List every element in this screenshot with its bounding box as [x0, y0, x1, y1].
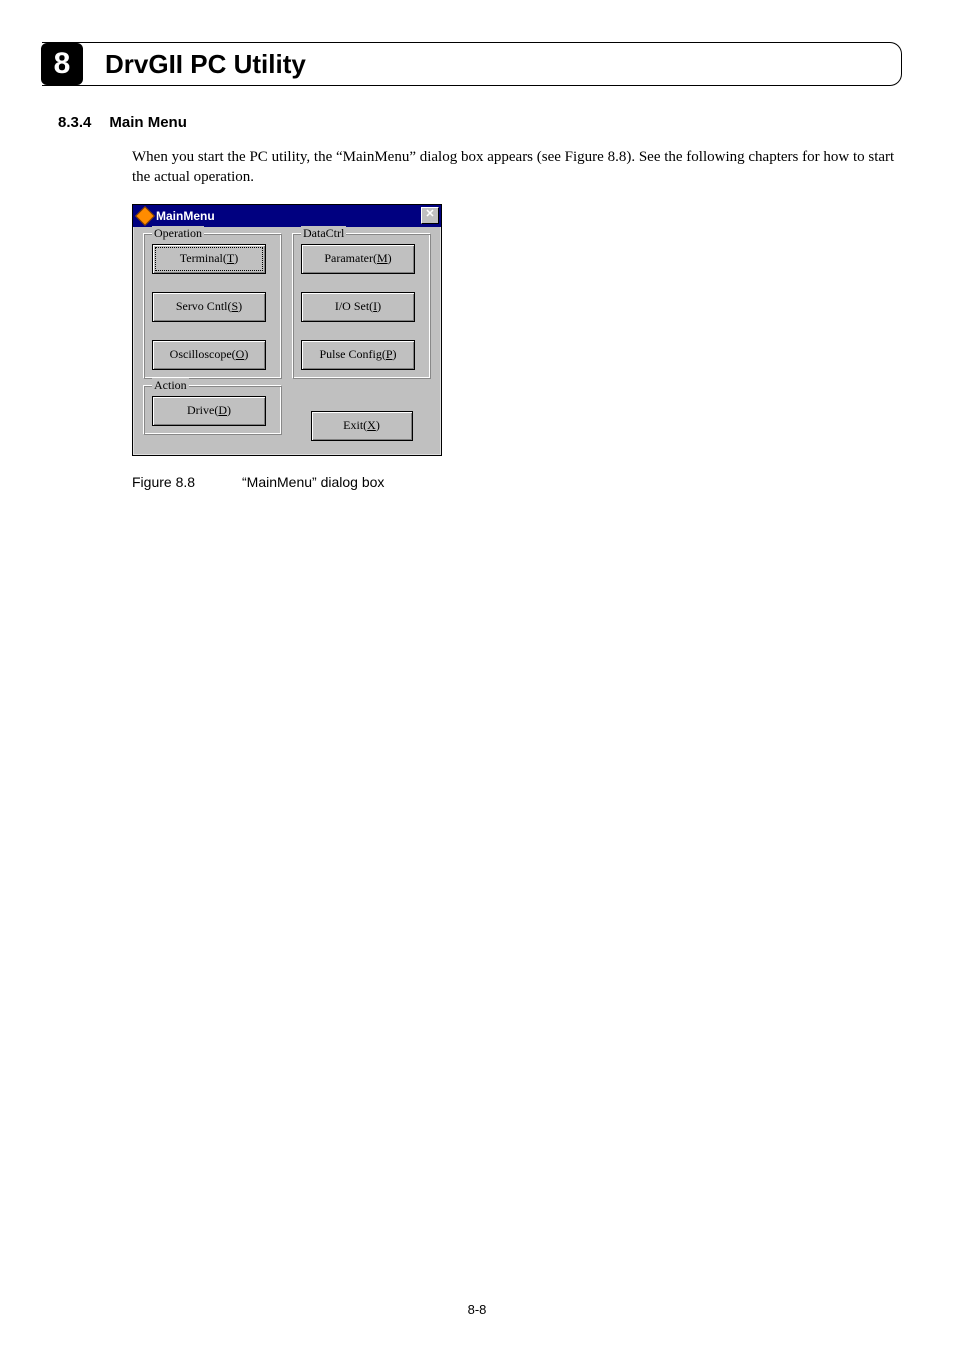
oscilloscope-button[interactable]: Oscilloscope(O) — [152, 340, 266, 370]
close-button[interactable]: ✕ — [421, 207, 439, 224]
servo-cntl-button[interactable]: Servo Cntl(S) — [152, 292, 266, 322]
section-heading: 8.3.4 Main Menu — [58, 114, 902, 131]
close-icon: ✕ — [425, 208, 434, 220]
dialog-title: MainMenu — [156, 209, 421, 223]
operation-legend: Operation — [152, 226, 204, 241]
exit-button[interactable]: Exit(X) — [311, 411, 413, 441]
datactrl-legend: DataCtrl — [301, 226, 346, 241]
figure-caption-text: “MainMenu” dialog box — [242, 474, 384, 490]
dialog-titlebar: MainMenu ✕ — [133, 205, 441, 227]
section-number: 8.3.4 — [58, 114, 91, 131]
mainmenu-dialog: MainMenu ✕ Operation Terminal(T) Servo C… — [132, 204, 442, 456]
io-set-button[interactable]: I/O Set(I) — [301, 292, 415, 322]
chapter-number-box: 8 — [41, 43, 83, 85]
page-number: 8-8 — [0, 1302, 954, 1317]
drive-button[interactable]: Drive(D) — [152, 396, 266, 426]
datactrl-group: DataCtrl Paramater(M) I/O Set(I) Pulse C… — [292, 233, 431, 379]
parameter-button[interactable]: Paramater(M) — [301, 244, 415, 274]
body-paragraph: When you start the PC utility, the “Main… — [132, 147, 902, 188]
figure-caption: Figure 8.8“MainMenu” dialog box — [132, 474, 902, 490]
figure-label: Figure 8.8 — [132, 474, 242, 490]
dialog-body: Operation Terminal(T) Servo Cntl(S) Osci… — [133, 227, 441, 455]
terminal-button[interactable]: Terminal(T) — [152, 244, 266, 274]
dialog-app-icon — [137, 208, 153, 224]
chapter-number: 8 — [54, 47, 71, 81]
action-legend: Action — [152, 378, 189, 393]
pulse-config-button[interactable]: Pulse Config(P) — [301, 340, 415, 370]
chapter-header: 8 DrvGII PC Utility — [42, 42, 902, 86]
action-group: Action Drive(D) — [143, 385, 282, 435]
section-title: Main Menu — [109, 114, 187, 131]
operation-group: Operation Terminal(T) Servo Cntl(S) Osci… — [143, 233, 282, 379]
chapter-title: DrvGII PC Utility — [105, 49, 306, 80]
